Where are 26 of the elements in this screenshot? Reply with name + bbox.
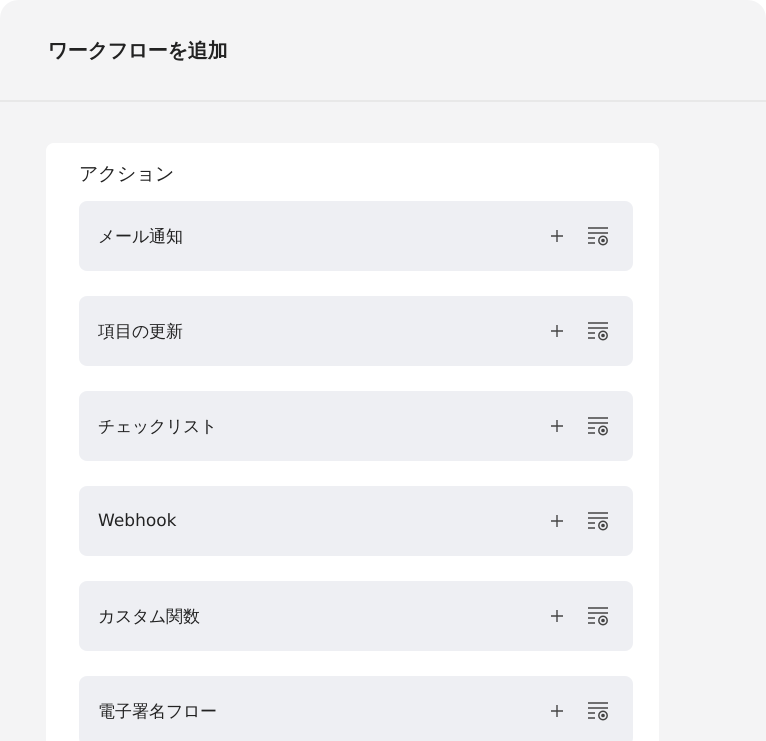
add-button[interactable] [550,514,564,528]
action-label: 項目の更新 [98,320,184,342]
add-button[interactable] [550,419,564,433]
action-item[interactable]: 電子署名フロー [79,676,633,741]
action-item[interactable]: カスタム関数 [79,581,633,651]
add-button[interactable] [550,609,564,623]
list-add-button[interactable] [587,226,609,246]
section-title: アクション [79,162,175,187]
list-add-button[interactable] [587,701,609,721]
action-item[interactable]: Webhook [79,486,633,556]
action-label: カスタム関数 [98,606,201,628]
list-add-button[interactable] [587,511,609,531]
action-item[interactable]: 項目の更新 [79,296,633,366]
action-label: チェックリスト [98,416,218,438]
list-add-button[interactable] [587,321,609,341]
list-add-button[interactable] [587,606,609,626]
action-label: 電子署名フロー [98,700,218,722]
add-button[interactable] [550,229,564,243]
action-label: Webhook [98,511,178,531]
action-item[interactable]: メール通知 [79,201,633,271]
action-label: メール通知 [98,226,184,248]
add-button[interactable] [550,324,564,338]
action-item[interactable]: チェックリスト [79,391,633,461]
list-add-button[interactable] [587,416,609,436]
add-button[interactable] [550,704,564,718]
page-title: ワークフローを追加 [48,36,228,64]
